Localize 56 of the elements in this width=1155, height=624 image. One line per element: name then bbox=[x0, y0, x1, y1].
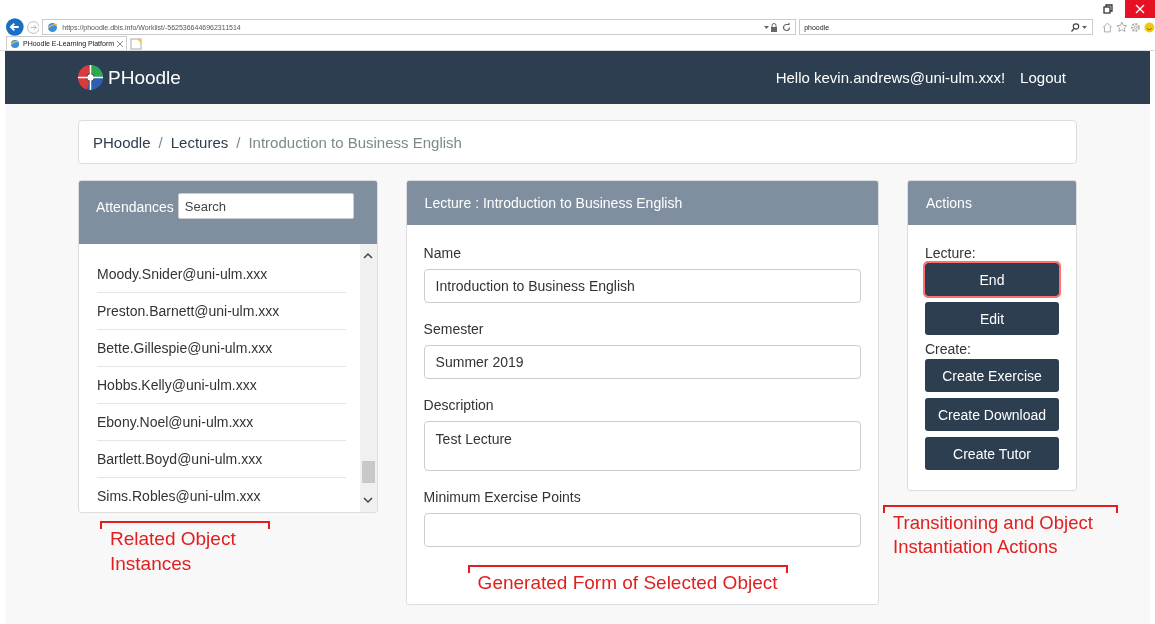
annotation-label: Transitioning and Object Instantiation Actions bbox=[883, 505, 1118, 560]
close-icon[interactable] bbox=[117, 40, 124, 47]
greeting: Hello kevin.andrews@uni-ulm.xxx! bbox=[775, 69, 1006, 86]
settings-icon[interactable] bbox=[1130, 21, 1142, 33]
home-icon[interactable] bbox=[1101, 21, 1113, 33]
breadcrumb-link[interactable]: Introduction to Business English bbox=[248, 133, 462, 151]
brand-name[interactable]: PHoodle bbox=[108, 66, 181, 89]
breadcrumb-separator: / bbox=[158, 133, 163, 151]
search-field[interactable]: Search bbox=[177, 193, 354, 219]
action-button[interactable]: Create Tutor bbox=[925, 437, 1059, 470]
logout-link[interactable]: Logout bbox=[1020, 69, 1066, 86]
restore-icon[interactable] bbox=[1103, 4, 1113, 14]
field-label: Name bbox=[423, 245, 462, 261]
back-icon[interactable] bbox=[6, 18, 24, 36]
group-label: Lecture: bbox=[925, 245, 977, 261]
logo-icon bbox=[77, 64, 104, 91]
refresh-icon[interactable] bbox=[782, 22, 792, 32]
field-label: Semester bbox=[423, 321, 485, 337]
description-field[interactable]: Test Lecture bbox=[423, 421, 861, 471]
input-field[interactable] bbox=[423, 513, 861, 547]
panel-title: Actions bbox=[926, 195, 972, 211]
panel-title: Lecture : Introduction to Business English bbox=[424, 195, 683, 211]
field-label: Minimum Exercise Points bbox=[423, 489, 582, 505]
forward-icon[interactable] bbox=[26, 20, 40, 34]
scroll-down-icon[interactable] bbox=[363, 497, 374, 504]
attendance-item[interactable]: Ebony.Noel@uni-ulm.xxx bbox=[97, 404, 346, 441]
action-button[interactable]: Create Exercise bbox=[925, 359, 1059, 392]
attendance-item[interactable]: Bartlett.Boyd@uni-ulm.xxx bbox=[97, 441, 346, 478]
action-button[interactable]: Edit bbox=[925, 302, 1059, 335]
scrollbar[interactable] bbox=[359, 244, 377, 512]
input-field[interactable]: Summer 2019 bbox=[423, 345, 861, 379]
star-icon[interactable] bbox=[1115, 21, 1128, 33]
attendance-item[interactable]: Moody.Snider@uni-ulm.xxx bbox=[97, 256, 346, 293]
breadcrumb-link[interactable]: PHoodle bbox=[93, 133, 151, 151]
page-icon bbox=[10, 38, 20, 49]
search-icon[interactable] bbox=[1069, 22, 1088, 32]
close-icon[interactable] bbox=[1125, 0, 1155, 18]
attendance-item[interactable]: Preston.Barnett@uni-ulm.xxx bbox=[97, 293, 346, 330]
lock-icon bbox=[764, 22, 779, 32]
smiley-icon[interactable] bbox=[1144, 21, 1155, 33]
scroll-up-icon[interactable] bbox=[363, 252, 374, 259]
action-button[interactable]: Create Download bbox=[925, 398, 1059, 431]
attendance-item[interactable]: Bette.Gillespie@uni-ulm.xxx bbox=[97, 330, 346, 367]
scroll-thumb[interactable] bbox=[361, 461, 375, 483]
group-label: Create: bbox=[925, 341, 972, 357]
page-icon bbox=[47, 21, 59, 33]
breadcrumb-separator: / bbox=[236, 133, 241, 151]
action-button[interactable]: End bbox=[925, 263, 1059, 296]
attendance-item[interactable]: Hobbs.Kelly@uni-ulm.xxx bbox=[97, 367, 346, 404]
field-label: Description bbox=[423, 397, 495, 413]
breadcrumb-link[interactable]: Lectures bbox=[170, 133, 229, 151]
attendance-item[interactable]: Sims.Robles@uni-ulm.xxx bbox=[97, 478, 346, 512]
annotation-label: Related Object Instances bbox=[100, 521, 270, 577]
input-field[interactable]: Introduction to Business English bbox=[423, 269, 861, 303]
annotation-label: Generated Form of Selected Object bbox=[467, 565, 788, 596]
panel-title: Attendances bbox=[96, 199, 174, 215]
